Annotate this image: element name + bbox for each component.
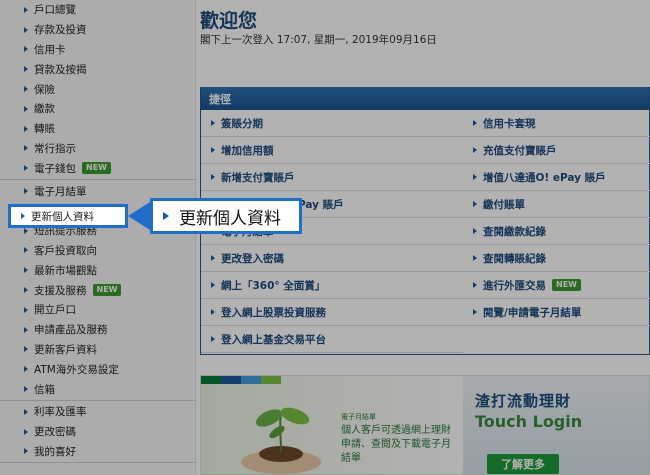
callout-box: 更新個人資料 — [150, 198, 302, 234]
callout-label: 更新個人資料 — [179, 208, 281, 229]
arrow-right-icon — [163, 212, 169, 220]
arrow-right-icon — [21, 213, 25, 219]
callout-pointer — [128, 202, 150, 230]
highlighted-item-label: 更新個人資料 — [31, 210, 94, 223]
overlay-dim — [0, 0, 650, 475]
highlighted-menu-item[interactable]: 更新個人資料 — [8, 204, 128, 228]
